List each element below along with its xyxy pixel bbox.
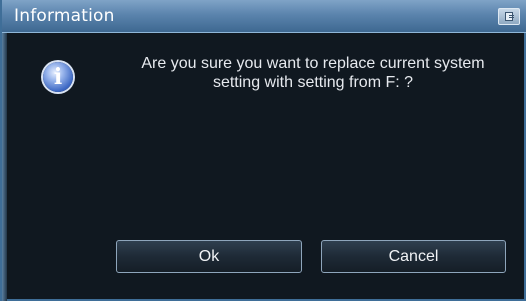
window-menu-button[interactable]: [498, 8, 520, 25]
cancel-button[interactable]: Cancel: [321, 240, 506, 273]
ok-button[interactable]: Ok: [116, 240, 302, 273]
window-menu-icon: [505, 12, 514, 21]
info-icon: i: [43, 62, 73, 92]
dialog-message: Are you sure you want to replace current…: [98, 54, 526, 92]
dialog-titlebar[interactable]: Information: [2, 0, 526, 33]
dialog-title: Information: [14, 6, 115, 26]
message-line-1: Are you sure you want to replace current…: [141, 55, 485, 72]
window-edge: [2, 0, 7, 301]
message-line-2: setting with setting from F: ?: [212, 74, 414, 91]
information-dialog: Information i Are you sure you want to r…: [0, 0, 526, 301]
